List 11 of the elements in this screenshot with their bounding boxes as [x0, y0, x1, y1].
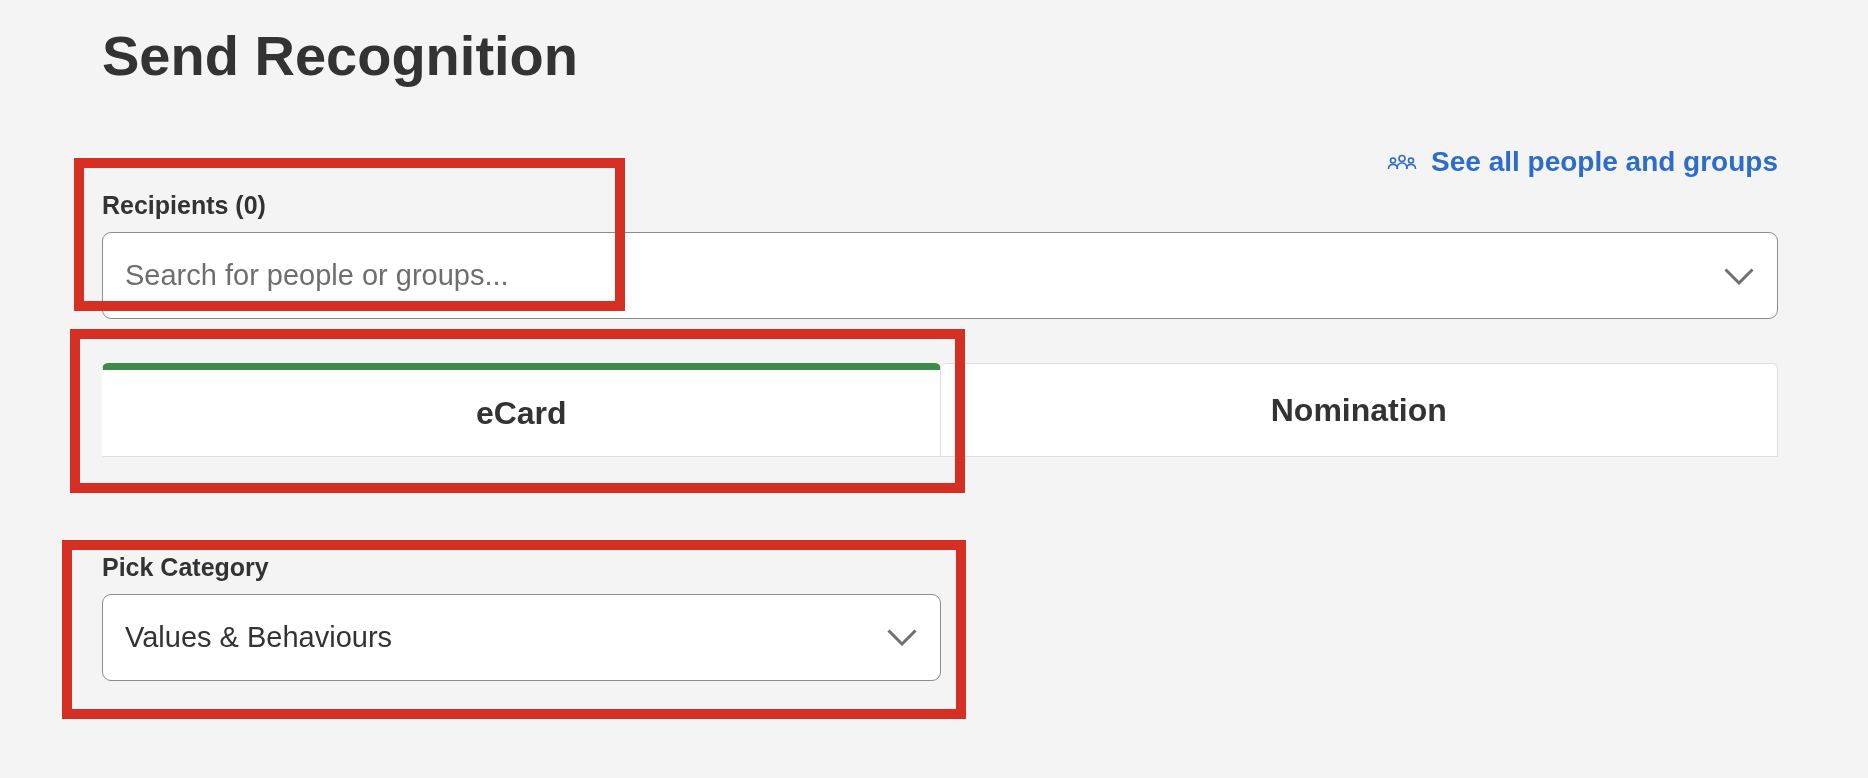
people-icon	[1387, 154, 1418, 170]
chevron-down-icon	[887, 629, 917, 646]
field-label: Pick Category	[102, 552, 269, 582]
page-title: Send Recognition	[102, 23, 578, 89]
chevron-down-icon	[1724, 268, 1754, 285]
recipient-search-field[interactable]: Search for people or groups...	[102, 232, 1778, 319]
tab[interactable]: Nomination	[940, 363, 1778, 457]
field-label: Recipients (0)	[102, 190, 266, 220]
category-dropdown[interactable]: Values & Behaviours	[102, 594, 941, 681]
see-all-people-link[interactable]: See all people and groups	[1387, 145, 1778, 179]
tab[interactable]: eCard	[102, 363, 941, 457]
